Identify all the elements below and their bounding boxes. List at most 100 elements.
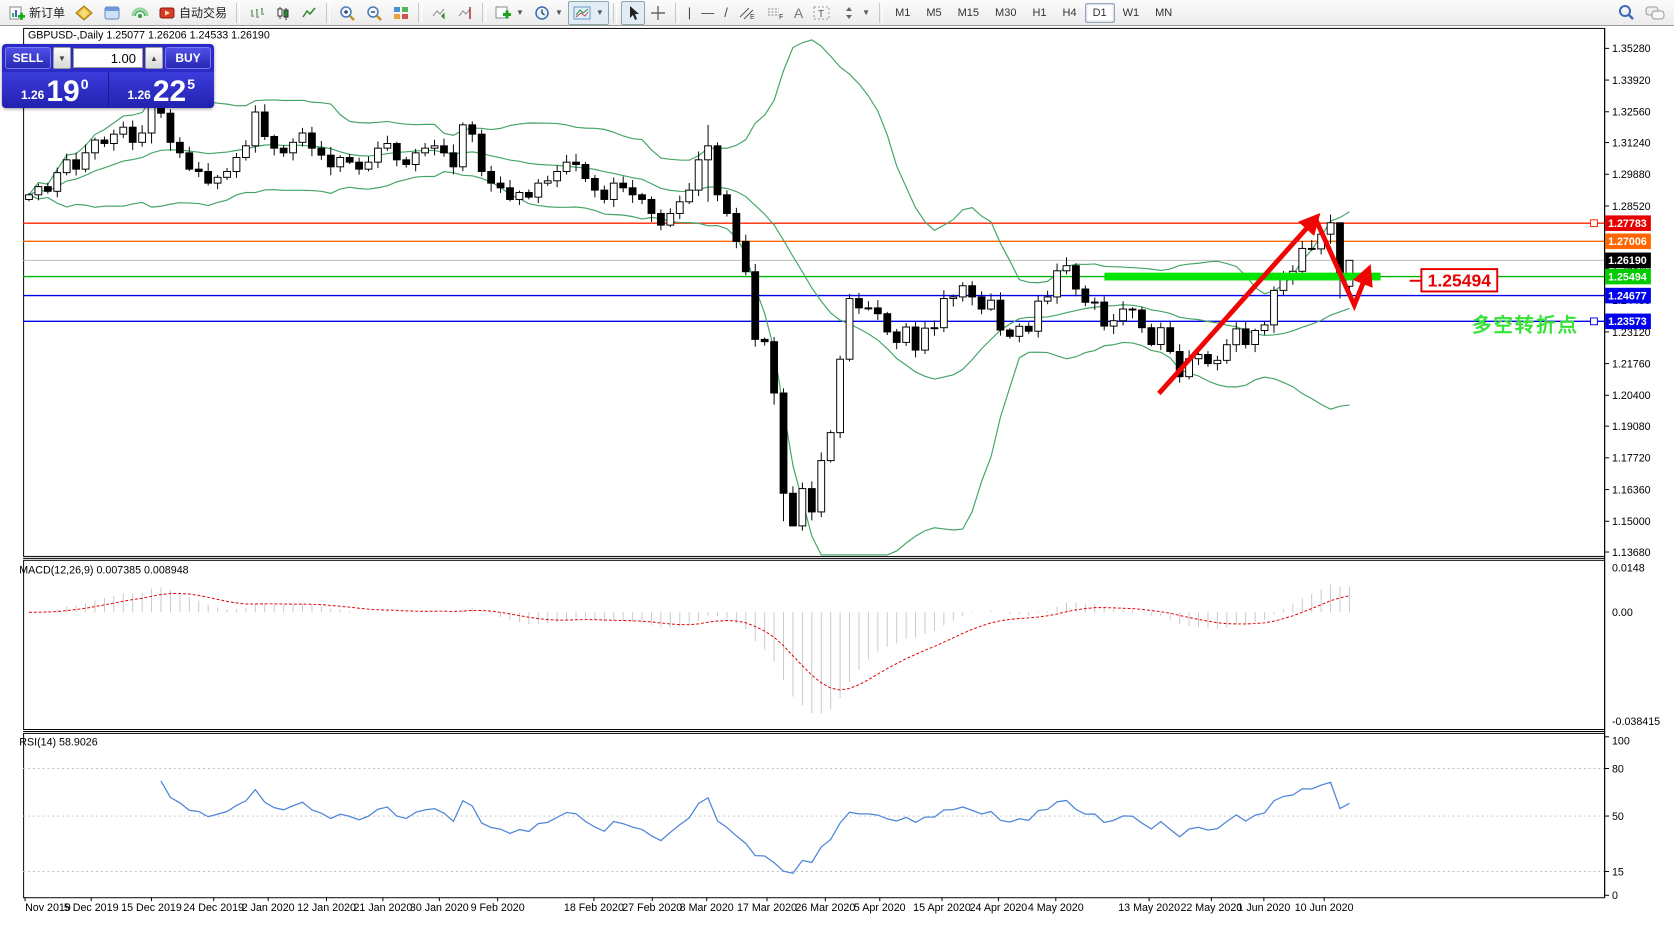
candlestick-chart-button[interactable] (270, 1, 296, 25)
arrows-button[interactable]: ▼ (836, 1, 875, 25)
volume-up-button[interactable]: ▲ (145, 47, 163, 69)
chat-icon (1645, 5, 1665, 21)
chart-svg[interactable]: 1.352801.339201.325601.312401.298801.285… (0, 26, 1674, 941)
timeframe-W1[interactable]: W1 (1115, 3, 1148, 23)
timeframe-H4[interactable]: H4 (1055, 3, 1085, 23)
chart-shift-button[interactable] (452, 1, 478, 25)
candle-body (790, 493, 797, 526)
periods-button[interactable]: ▼ (529, 1, 568, 25)
horizontal-line-button[interactable]: — (696, 1, 719, 25)
trendline-button[interactable]: / (719, 1, 733, 25)
signals-button[interactable] (126, 1, 154, 25)
timeframe-M15[interactable]: M15 (950, 3, 987, 23)
timeframe-H1[interactable]: H1 (1024, 3, 1054, 23)
chat-button[interactable] (1640, 1, 1670, 25)
sell-button[interactable]: SELL (5, 47, 51, 69)
price-badge-text: 1.23573 (1608, 316, 1647, 328)
price-label-text: 1.25494 (1428, 271, 1492, 291)
candle-body (969, 286, 976, 297)
templates-button[interactable]: ▼ (568, 1, 609, 25)
bar-chart-button[interactable] (244, 1, 270, 25)
candle-body (441, 146, 448, 153)
date-tick: 4 May 2020 (1028, 902, 1084, 914)
date-tick: 10 Jun 2020 (1295, 902, 1354, 914)
buy-price-prefix: 1.26 (127, 88, 150, 102)
candle-body (978, 297, 985, 309)
tile-windows-button[interactable] (388, 1, 414, 25)
candle-body (1252, 331, 1259, 345)
candle-body (1261, 325, 1268, 331)
svg-text:F: F (779, 14, 783, 21)
search-button[interactable] (1613, 1, 1640, 25)
sell-price[interactable]: 1.26 19 0 (2, 72, 109, 108)
candle-body (35, 187, 42, 195)
candle-body (120, 127, 127, 134)
buy-price[interactable]: 1.26 22 5 (109, 72, 215, 108)
volume-down-button[interactable]: ▼ (53, 47, 71, 69)
candle-body (384, 143, 391, 148)
text-label-icon: T (813, 5, 831, 21)
candle-body (922, 328, 929, 350)
candle-body (450, 153, 457, 167)
text-label-button[interactable]: T (808, 1, 836, 25)
candle-body (799, 489, 806, 526)
new-order-label: 新订单 (29, 4, 65, 21)
date-tick: 24 Dec 2019 (183, 902, 244, 914)
line-chart-button[interactable] (296, 1, 322, 25)
chart-frame (23, 28, 1651, 898)
toolbar-separator (418, 3, 422, 23)
zoom-in-icon (339, 5, 356, 21)
gold-diamond-icon (75, 5, 93, 21)
candle-body (299, 133, 306, 142)
gold-button[interactable] (70, 1, 98, 25)
macd-axis-tick: -0.038415 (1612, 716, 1660, 728)
candle-body (1044, 297, 1051, 301)
dropdown-caret: ▼ (516, 8, 524, 17)
cursor-button[interactable] (621, 1, 645, 25)
channel-button[interactable]: E (733, 1, 761, 25)
candle-body (695, 160, 702, 190)
crosshair-button[interactable] (645, 1, 671, 25)
fibonacci-button[interactable]: F (761, 1, 789, 25)
terminal-button[interactable] (98, 1, 126, 25)
zoom-in-button[interactable] (334, 1, 361, 25)
candle-body (54, 173, 61, 192)
volume-input[interactable]: 1.00 (73, 48, 143, 68)
autotrading-button[interactable]: 自动交易 (154, 1, 232, 25)
candle-body (1157, 328, 1164, 345)
price-tick: 1.32560 (1612, 107, 1651, 119)
timeframe-M1[interactable]: M1 (887, 3, 918, 23)
new-order-button[interactable]: 新订单 (4, 1, 70, 25)
template-icon (573, 5, 591, 21)
rsi-axis-tick: 100 (1612, 736, 1630, 748)
text-button[interactable]: A (789, 1, 808, 25)
candle-body (290, 142, 297, 152)
auto-scroll-button[interactable] (426, 1, 452, 25)
price-tick: 1.28520 (1612, 201, 1651, 213)
timeframe-M30[interactable]: M30 (987, 3, 1024, 23)
zoom-out-button[interactable] (361, 1, 388, 25)
timeframe-D1[interactable]: D1 (1085, 3, 1115, 23)
candle-body (1139, 310, 1146, 328)
candle-body (271, 137, 278, 149)
date-axis[interactable]: Nov 20195 Dec 201915 Dec 201924 Dec 2019… (25, 897, 1354, 914)
vertical-line-button[interactable]: | (683, 1, 696, 25)
zoom-out-icon (366, 5, 383, 21)
buy-button[interactable]: BUY (165, 47, 211, 69)
buy-price-big: 22 (153, 78, 186, 106)
rsi-panel (23, 769, 1604, 874)
toolbar: 新订单 自动交易 ▼ ▼ ▼ | — / E F A T ▼ M1M5M15M3… (0, 0, 1674, 26)
new-chart-button[interactable]: ▼ (490, 1, 529, 25)
candle-body (582, 164, 589, 178)
candle-body (714, 146, 721, 195)
candle-body (280, 148, 287, 153)
arrows-icon (841, 5, 857, 21)
crosshair-icon (650, 5, 666, 21)
timeframe-M5[interactable]: M5 (918, 3, 949, 23)
cursor-icon (626, 5, 640, 21)
dropdown-caret: ▼ (596, 8, 604, 17)
trend-arrow-up (1159, 219, 1316, 394)
timeframe-MN[interactable]: MN (1147, 3, 1180, 23)
price-axis[interactable]: 1.352801.339201.325601.312401.298801.285… (1604, 28, 1660, 902)
candle-body (874, 308, 881, 314)
